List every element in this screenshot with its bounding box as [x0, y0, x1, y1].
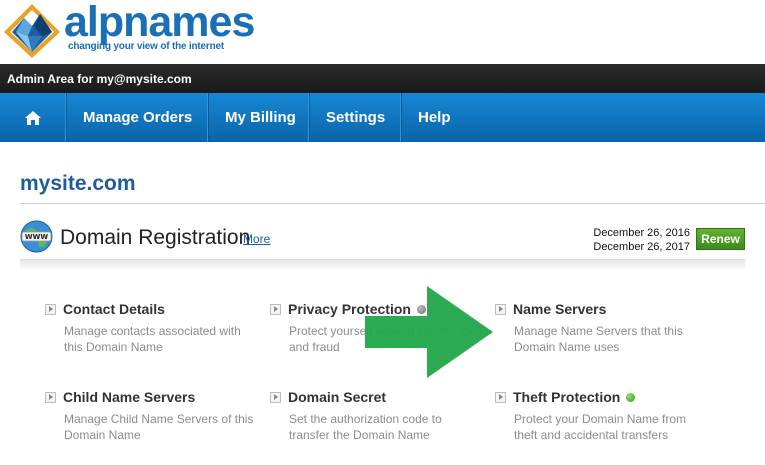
domain-name-title: mysite.com — [20, 172, 136, 195]
domain-registration-title: Domain Registration — [60, 226, 251, 249]
logo-wordmark: alpnames — [64, 0, 255, 46]
header-shadow — [20, 259, 745, 271]
more-link[interactable]: More — [243, 232, 270, 246]
option-description: Protect your Domain Name from theft and … — [514, 412, 687, 442]
option-title: Name Servers — [513, 301, 607, 317]
expand-arrow-icon — [45, 391, 56, 403]
registration-end-date: December 26, 2017 — [593, 241, 690, 253]
option-child-name-servers[interactable]: Child Name Servers Manage Child Name Ser… — [45, 388, 260, 443]
option-title: Domain Secret — [288, 389, 387, 405]
registration-start-date: December 26, 2016 — [593, 227, 690, 239]
nav-help[interactable]: Help — [402, 93, 467, 142]
option-description: Manage Child Name Servers of this Domain… — [64, 412, 254, 442]
alpnames-logo[interactable]: alpnames changing your view of the inter… — [0, 0, 260, 62]
nav-home[interactable] — [0, 93, 67, 142]
renew-button[interactable]: Renew — [696, 228, 745, 250]
admin-bar: Admin Area for my@mysite.com — [0, 64, 765, 93]
nav-my-billing[interactable]: My Billing — [209, 93, 310, 142]
option-description: Manage Name Servers that this Domain Nam… — [514, 324, 683, 354]
option-description: Manage contacts associated with this Dom… — [64, 324, 241, 354]
expand-arrow-icon — [270, 303, 281, 315]
option-name-servers[interactable]: Name Servers Manage Name Servers that th… — [495, 300, 710, 355]
svg-text:WWW: WWW — [25, 233, 48, 241]
admin-area-label: Admin Area for my@mysite.com — [7, 72, 192, 86]
option-theft-protection[interactable]: Theft Protection Protect your Domain Nam… — [495, 388, 710, 443]
nav-settings[interactable]: Settings — [310, 93, 402, 142]
www-globe-icon: WWW — [20, 220, 53, 253]
registration-dates: December 26, 2016 December 26, 2017 — [580, 226, 690, 254]
logo-tagline: changing your view of the internet — [68, 41, 224, 52]
expand-arrow-icon — [45, 303, 56, 315]
green-arrow-annotation-icon — [365, 286, 493, 378]
mountain-logo-icon — [4, 4, 60, 58]
option-title: Child Name Servers — [63, 389, 196, 405]
nav-manage-orders[interactable]: Manage Orders — [67, 93, 209, 142]
option-contact-details[interactable]: Contact Details Manage contacts associat… — [45, 300, 260, 355]
option-description: Set the authorization code to transfer t… — [289, 412, 442, 442]
option-domain-secret[interactable]: Domain Secret Set the authorization code… — [270, 388, 485, 443]
expand-arrow-icon — [270, 391, 281, 403]
expand-arrow-icon — [495, 303, 506, 315]
domain-registration-header: WWW Domain Registration More December 26… — [20, 216, 745, 264]
title-divider — [20, 203, 765, 204]
expand-arrow-icon — [495, 391, 506, 403]
option-title: Theft Protection — [513, 389, 621, 405]
main-nav: Manage Orders My Billing Settings Help — [0, 93, 765, 142]
home-icon — [25, 110, 41, 125]
option-title: Contact Details — [63, 301, 165, 317]
status-on-icon — [626, 392, 636, 402]
